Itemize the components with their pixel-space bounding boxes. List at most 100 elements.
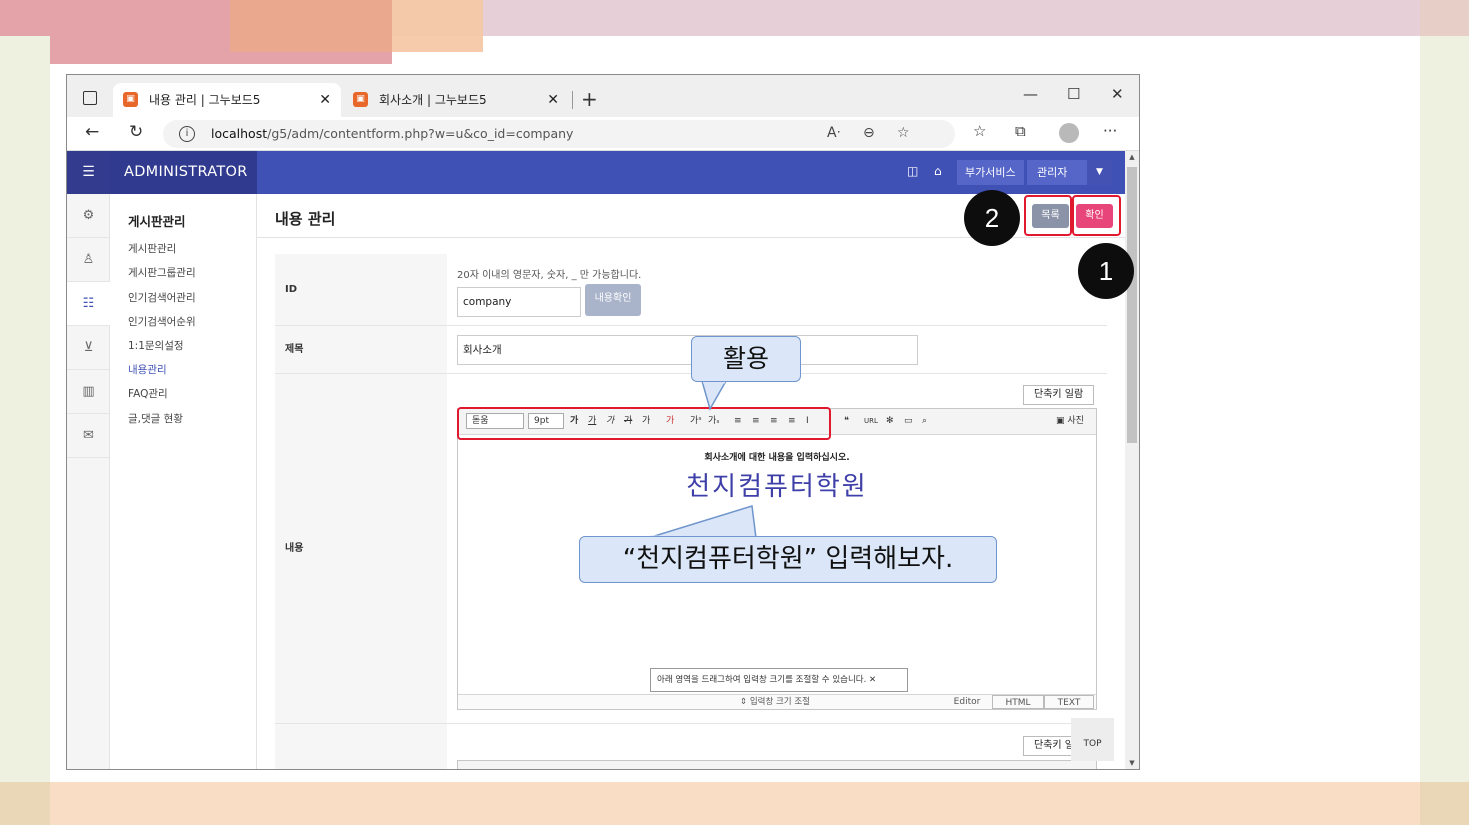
- address-bar: ← ↻ i localhost/g5/adm/contentform.php?w…: [67, 117, 1139, 151]
- highlight-ok-button: [1072, 195, 1121, 236]
- subnav-item-faq[interactable]: FAQ관리: [128, 386, 168, 401]
- subnav-item-popular-search[interactable]: 인기검색어관리: [128, 290, 196, 305]
- slide-bottom-right-block: [1420, 782, 1469, 825]
- link-icon[interactable]: URL: [864, 413, 878, 429]
- quote-icon[interactable]: ❝: [844, 413, 849, 429]
- close-tab-icon[interactable]: ✕: [547, 83, 559, 117]
- tab-title: 내용 관리 | 그누보드5: [149, 93, 261, 107]
- admin-top-bar: ☰ ADMINISTRATOR ◫ ⌂ 부가서비스 관리자 ▼: [67, 151, 1125, 194]
- new-tab-icon[interactable]: +: [581, 87, 598, 111]
- id-label: ID: [275, 254, 447, 325]
- resize-tooltip: 아래 영역을 드래그하여 입력창 크기를 조절할 수 있습니다. ✕: [650, 668, 908, 692]
- close-icon[interactable]: ✕: [869, 675, 876, 685]
- scroll-down-icon[interactable]: ▼: [1125, 759, 1139, 767]
- subnav-item-post-status[interactable]: 글,댓글 현황: [128, 411, 183, 426]
- url-field[interactable]: i localhost/g5/adm/contentform.php?w=u&c…: [163, 120, 955, 148]
- tab-bar: ▣ 내용 관리 | 그누보드5 ✕ ▣ 회사소개 | 그누보드5 ✕ + — ☐…: [67, 75, 1139, 117]
- slide-right-band: [1420, 36, 1469, 782]
- find-icon[interactable]: ⌕: [922, 413, 927, 429]
- stats-icon[interactable]: ▥: [67, 370, 110, 414]
- mode-text[interactable]: TEXT: [1044, 695, 1094, 709]
- subnav-item-content[interactable]: 내용관리: [128, 362, 167, 377]
- url-text: localhost/g5/adm/contentform.php?w=u&co_…: [211, 126, 574, 141]
- tab-company-intro[interactable]: ▣ 회사소개 | 그누보드5 ✕: [343, 83, 569, 117]
- slide-corner-block-mid: [230, 0, 392, 52]
- callout-use: 활용: [691, 336, 801, 382]
- special-char-icon[interactable]: ✻: [886, 413, 894, 429]
- board-list-icon[interactable]: ☷: [67, 282, 110, 326]
- zoom-icon[interactable]: ⊖: [863, 125, 875, 141]
- tab-separator: [572, 91, 573, 109]
- resize-tooltip-text: 아래 영역을 드래그하여 입력창 크기를 조절할 수 있습니다.: [657, 675, 867, 685]
- scroll-thumb[interactable]: [1127, 167, 1137, 443]
- admin-icon-menu: ⚙ ♙ ☷ ⊻ ▥ ✉: [67, 194, 110, 769]
- subject-input[interactable]: 회사소개: [457, 335, 918, 365]
- menu-toggle-icon[interactable]: ☰: [67, 151, 110, 194]
- resize-handle[interactable]: ⇕ 입력창 크기 조절: [740, 695, 810, 709]
- editor-text-line1: 회사소개에 대한 내용을 입력하십시오.: [704, 453, 850, 463]
- info-icon[interactable]: i: [179, 126, 195, 142]
- close-window-icon[interactable]: ✕: [1111, 85, 1124, 103]
- reload-icon[interactable]: ↻: [129, 122, 143, 142]
- id-row: ID 20자 이내의 영문자, 숫자, _ 만 가능합니다. company 내…: [275, 254, 1107, 326]
- id-help-text: 20자 이내의 영문자, 숫자, _ 만 가능합니다.: [457, 270, 642, 281]
- home-icon[interactable]: ⌂: [934, 164, 942, 178]
- add-favorite-icon[interactable]: ☆: [897, 125, 910, 141]
- close-tab-icon[interactable]: ✕: [319, 83, 331, 117]
- slide-top-right-band: [1420, 0, 1469, 36]
- slide-left-band: [0, 36, 50, 782]
- gnuboard-icon: ▣: [123, 92, 138, 107]
- subnav-heading: 게시판관리: [128, 214, 186, 229]
- back-icon[interactable]: ←: [85, 122, 99, 142]
- tab-title: 회사소개 | 그누보드5: [379, 93, 487, 107]
- shop-icon[interactable]: ◫: [907, 164, 918, 178]
- resize-label: 입력창 크기 조절: [749, 697, 810, 707]
- page-scrollbar[interactable]: ▲ ▼: [1125, 151, 1139, 769]
- tab-actions-icon[interactable]: [83, 91, 97, 105]
- settings-icon[interactable]: ⚙: [67, 194, 110, 238]
- content-label: 내용: [275, 374, 447, 723]
- maximize-icon[interactable]: ☐: [1067, 85, 1080, 103]
- mobile-content-label: [275, 724, 447, 769]
- editor-toolbar-2: [457, 760, 1097, 769]
- highlight-toolbar: [457, 407, 831, 440]
- subnav-item-qa-config[interactable]: 1:1문의설정: [128, 338, 184, 353]
- profile-avatar[interactable]: [1059, 123, 1079, 143]
- subnav-item-board-group[interactable]: 게시판그룹관리: [128, 265, 196, 280]
- minimize-icon[interactable]: —: [1023, 85, 1038, 103]
- highlight-list-button: [1024, 195, 1072, 236]
- extra-service-button[interactable]: 부가서비스: [957, 160, 1024, 185]
- subject-label: 제목: [275, 326, 447, 373]
- more-icon[interactable]: ···: [1103, 122, 1117, 140]
- step-marker-1: 1: [1078, 243, 1134, 299]
- cart-icon[interactable]: ⊻: [67, 326, 110, 370]
- chevron-down-icon[interactable]: ▼: [1087, 160, 1112, 185]
- tab-content-manage[interactable]: ▣ 내용 관리 | 그누보드5 ✕: [113, 83, 341, 117]
- collections-icon[interactable]: ⧉: [1015, 122, 1026, 140]
- page-title: 내용 관리: [275, 210, 336, 228]
- read-aloud-icon[interactable]: A͏ᐧ: [827, 125, 840, 141]
- subnav-item-board[interactable]: 게시판관리: [128, 241, 176, 256]
- scroll-up-icon[interactable]: ▲: [1125, 153, 1139, 161]
- table-icon[interactable]: ▭: [904, 413, 913, 429]
- callout-input-hint: “천지컴퓨터학원” 입력해보자.: [579, 536, 997, 583]
- content-check-button[interactable]: 내용확인: [585, 284, 641, 316]
- shortcut-list-button[interactable]: 단축키 일람: [1023, 385, 1095, 405]
- id-input[interactable]: company: [457, 287, 581, 317]
- admin-page: ☰ ADMINISTRATOR ◫ ⌂ 부가서비스 관리자 ▼ ⚙ ♙ ☷ ⊻ …: [67, 151, 1125, 769]
- member-icon[interactable]: ♙: [67, 238, 110, 282]
- step-marker-2: 2: [964, 190, 1020, 246]
- mode-html[interactable]: HTML: [992, 695, 1044, 709]
- photo-label: 사진: [1067, 416, 1084, 426]
- gnuboard-icon: ▣: [353, 92, 368, 107]
- mail-icon[interactable]: ✉: [67, 414, 110, 458]
- editor-text-line2: 천지컴퓨터학원: [686, 472, 868, 502]
- admin-brand[interactable]: ADMINISTRATOR: [110, 151, 257, 194]
- editor-footer: ⇕ 입력창 크기 조절 Editor HTML TEXT: [458, 694, 1096, 709]
- main-content: 내용 관리 목록 확인 ID 20자 이내의 영문자, 숫자, _ 만 가능합니…: [257, 194, 1125, 769]
- photo-button[interactable]: ▣ 사진: [1056, 413, 1084, 429]
- scroll-top-button[interactable]: TOP: [1071, 718, 1114, 761]
- favorites-icon[interactable]: ☆: [973, 122, 986, 140]
- mode-editor[interactable]: Editor: [942, 695, 992, 709]
- subnav-item-popular-rank[interactable]: 인기검색어순위: [128, 314, 196, 329]
